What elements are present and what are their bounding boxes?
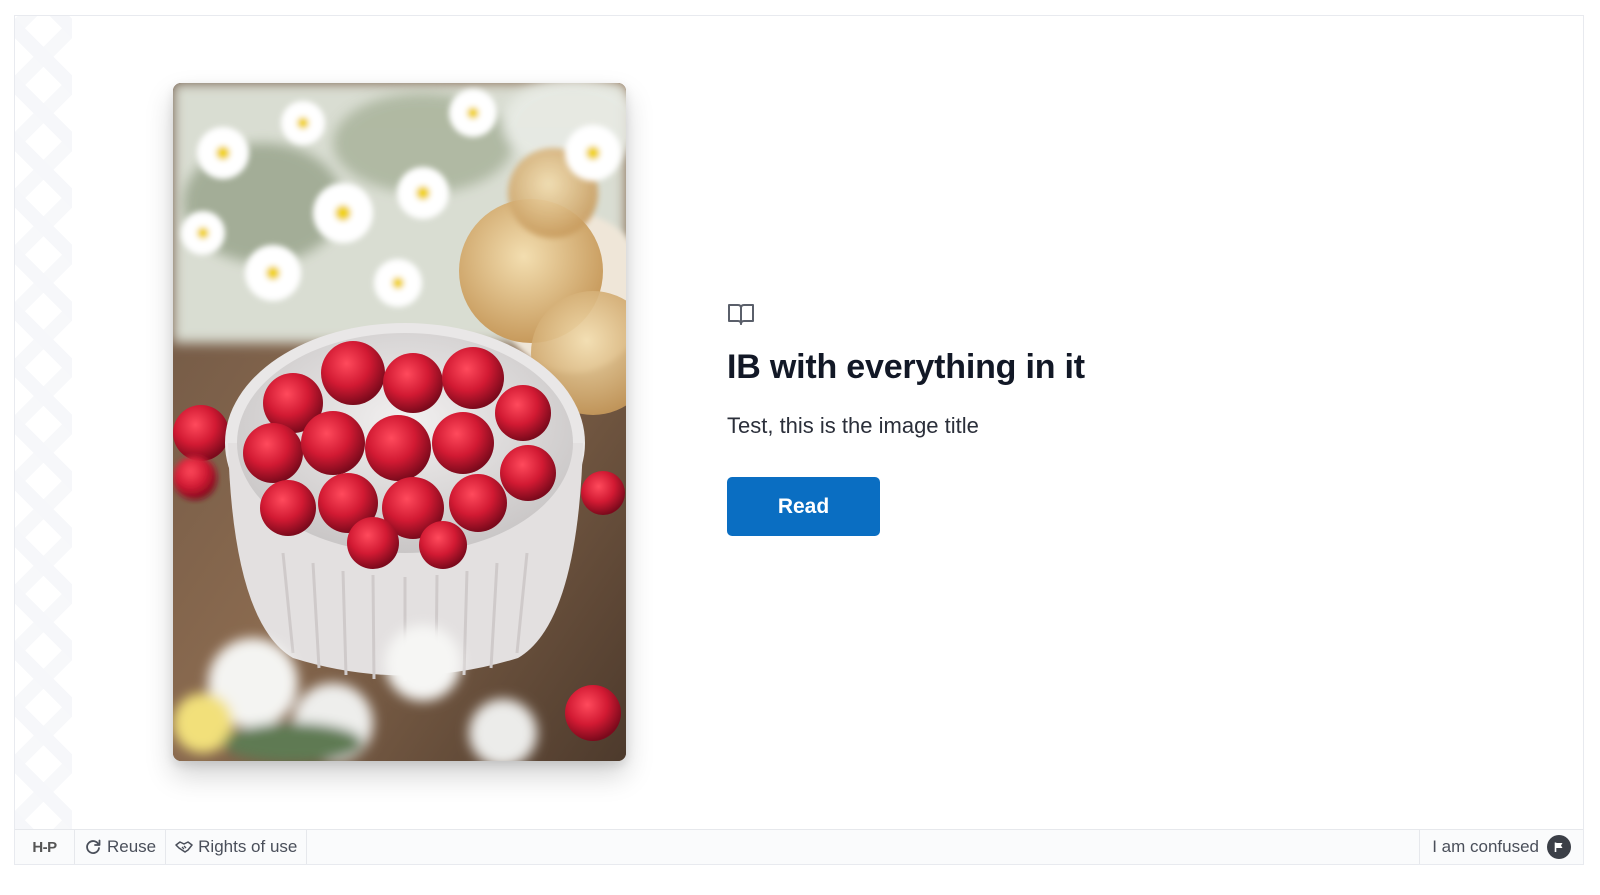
cover-image	[173, 83, 626, 761]
reuse-button[interactable]: Reuse	[75, 830, 167, 864]
i-am-confused-button[interactable]: I am confused	[1419, 830, 1583, 864]
page-title: IB with everything in it	[727, 348, 1085, 386]
reuse-label: Reuse	[107, 837, 157, 856]
rights-of-use-label: Rights of use	[198, 837, 298, 856]
card-content: IB with everything in it Test, this is t…	[727, 302, 1427, 536]
book-open-icon	[728, 304, 754, 325]
flag-icon	[1547, 835, 1571, 859]
decorative-pattern	[15, 16, 72, 830]
image-title-text: Test, this is the image title	[727, 413, 979, 438]
h5p-logo[interactable]: H-P	[15, 830, 75, 864]
content-frame: IB with everything in it Test, this is t…	[14, 15, 1584, 865]
refresh-icon	[86, 839, 101, 854]
rights-of-use-button[interactable]: Rights of use	[166, 830, 308, 864]
read-button[interactable]: Read	[727, 477, 880, 536]
h5p-footer: H-P Reuse Rights of use I am confused	[15, 829, 1583, 864]
handshake-icon	[175, 841, 193, 853]
confused-label: I am confused	[1432, 837, 1539, 856]
raspberries-photo	[173, 83, 626, 761]
